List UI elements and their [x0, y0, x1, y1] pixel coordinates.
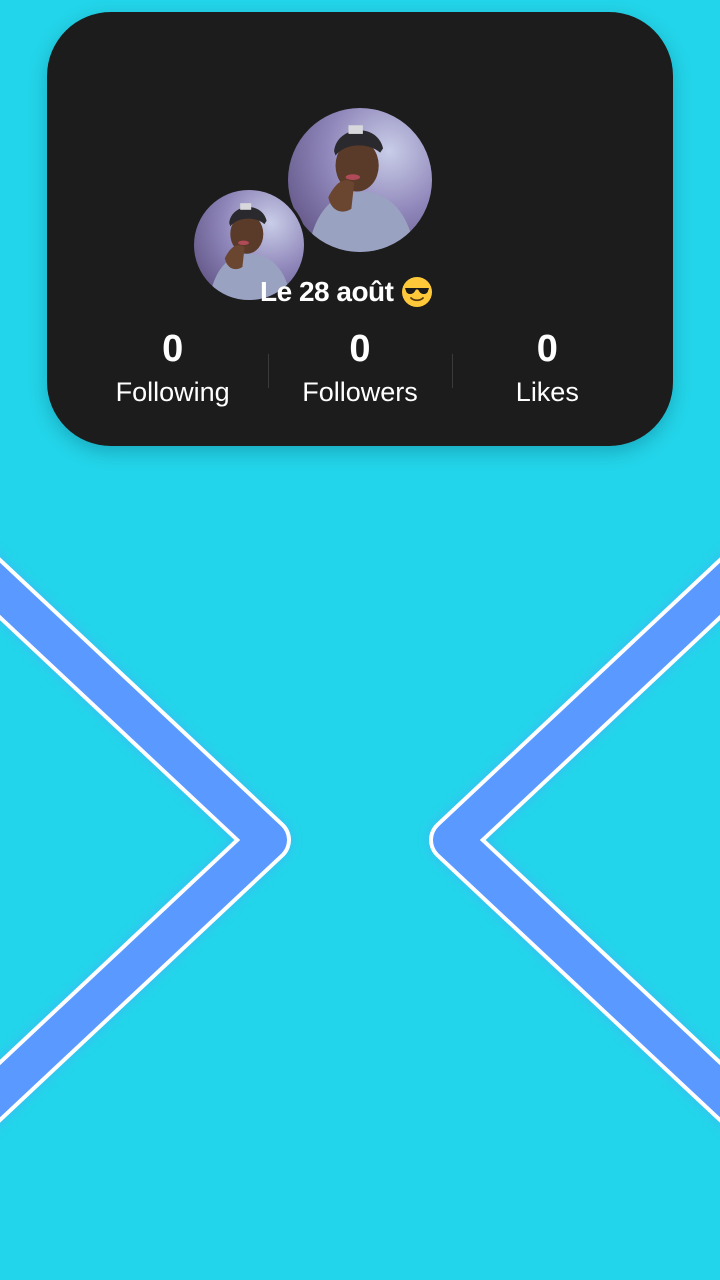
- following-count: 0: [162, 328, 184, 370]
- followers-label: Followers: [302, 377, 418, 407]
- stat-divider: [452, 354, 453, 388]
- stat-likes[interactable]: 0 Likes: [454, 322, 641, 422]
- profile-avatar[interactable]: [288, 108, 432, 252]
- stat-following[interactable]: 0 Following: [79, 322, 266, 422]
- stat-followers[interactable]: 0 Followers: [266, 322, 453, 422]
- followers-count: 0: [349, 328, 371, 370]
- profile-card: Le 28 août 0 Following 0 Followers 0 Lik…: [47, 12, 673, 446]
- likes-count: 0: [536, 328, 558, 370]
- profile-stats: 0 Following 0 Followers 0 Likes: [79, 322, 641, 422]
- likes-label: Likes: [515, 377, 579, 407]
- stat-divider: [268, 354, 269, 388]
- following-label: Following: [115, 377, 230, 407]
- right-chevron: [429, 557, 720, 1123]
- left-chevron: [0, 557, 291, 1123]
- sunglasses-emoji-icon: [402, 277, 433, 307]
- bio-text: Le 28 août: [260, 276, 394, 307]
- profile-bio: Le 28 août: [260, 270, 460, 314]
